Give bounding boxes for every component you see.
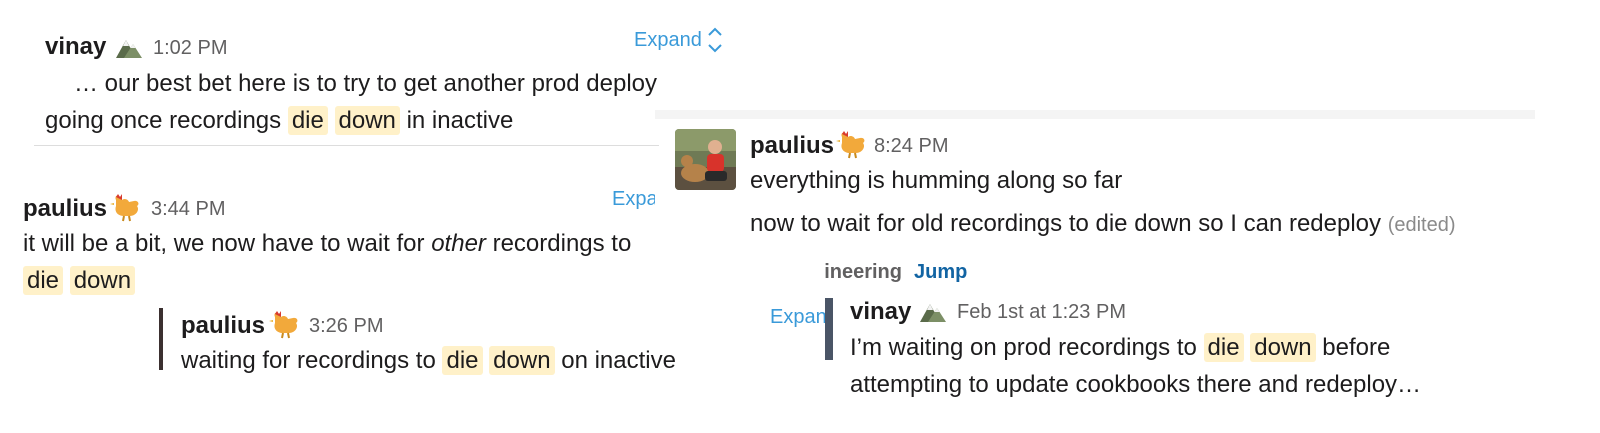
mountain-emoji-icon	[114, 34, 144, 60]
panel-edge	[655, 110, 1535, 119]
author-name[interactable]: paulius	[750, 132, 834, 160]
message-text: waiting for recordings to die down on in…	[181, 346, 676, 375]
jump-link[interactable]: Jump	[914, 261, 967, 284]
author-name[interactable]: paulius	[23, 195, 107, 223]
rooster-emoji-icon	[836, 129, 868, 159]
timestamp[interactable]: 3:44 PM	[151, 198, 225, 221]
message-text-line2: die down	[23, 266, 136, 295]
expand-link[interactable]: Expand	[612, 188, 655, 210]
edited-label: (edited)	[1387, 214, 1456, 236]
search-highlight: die	[1203, 333, 1244, 362]
avatar[interactable]	[675, 129, 736, 190]
author-name[interactable]: vinay	[850, 298, 911, 326]
timestamp[interactable]: Feb 1st at 1:23 PM	[957, 301, 1126, 324]
expand-link[interactable]: Expand	[770, 306, 825, 328]
rooster-emoji-icon	[269, 309, 301, 339]
divider	[34, 145, 659, 146]
message-text: I’m waiting on prod recordings to die do…	[850, 333, 1391, 362]
timestamp[interactable]: 8:24 PM	[874, 135, 948, 158]
message-text-line2: now to wait for old recordings to die do…	[750, 210, 1456, 237]
message-text-line2: attempting to update cookbooks there and…	[850, 371, 1422, 398]
mountain-emoji-icon	[918, 298, 948, 324]
message-text: everything is humming along so far	[750, 167, 1123, 194]
message-text: it will be a bit, we now have to wait fo…	[23, 232, 632, 257]
search-highlight: die	[442, 346, 483, 375]
search-highlight: die	[287, 106, 328, 135]
search-highlight: down	[69, 266, 136, 295]
avatar-edge[interactable]	[159, 308, 163, 370]
expand-chevrons-icon[interactable]	[706, 25, 724, 55]
timestamp[interactable]: 3:26 PM	[309, 315, 383, 338]
search-highlight: down	[334, 106, 400, 135]
message-text: … our best bet here is to try to get ano…	[74, 70, 658, 97]
search-highlight: die	[23, 266, 64, 295]
author-name[interactable]: paulius	[181, 312, 265, 340]
avatar-edge[interactable]	[825, 298, 833, 360]
channel-name[interactable]: engineering	[824, 261, 902, 283]
message-text-line2: going once recordings die down in inacti…	[45, 106, 514, 135]
author-name[interactable]: vinay	[45, 33, 106, 61]
search-highlight: down	[489, 346, 555, 375]
rooster-emoji-icon	[110, 192, 142, 222]
timestamp[interactable]: 1:02 PM	[153, 37, 227, 60]
expand-link[interactable]: Expand	[634, 29, 702, 52]
search-highlight: down	[1250, 333, 1316, 362]
